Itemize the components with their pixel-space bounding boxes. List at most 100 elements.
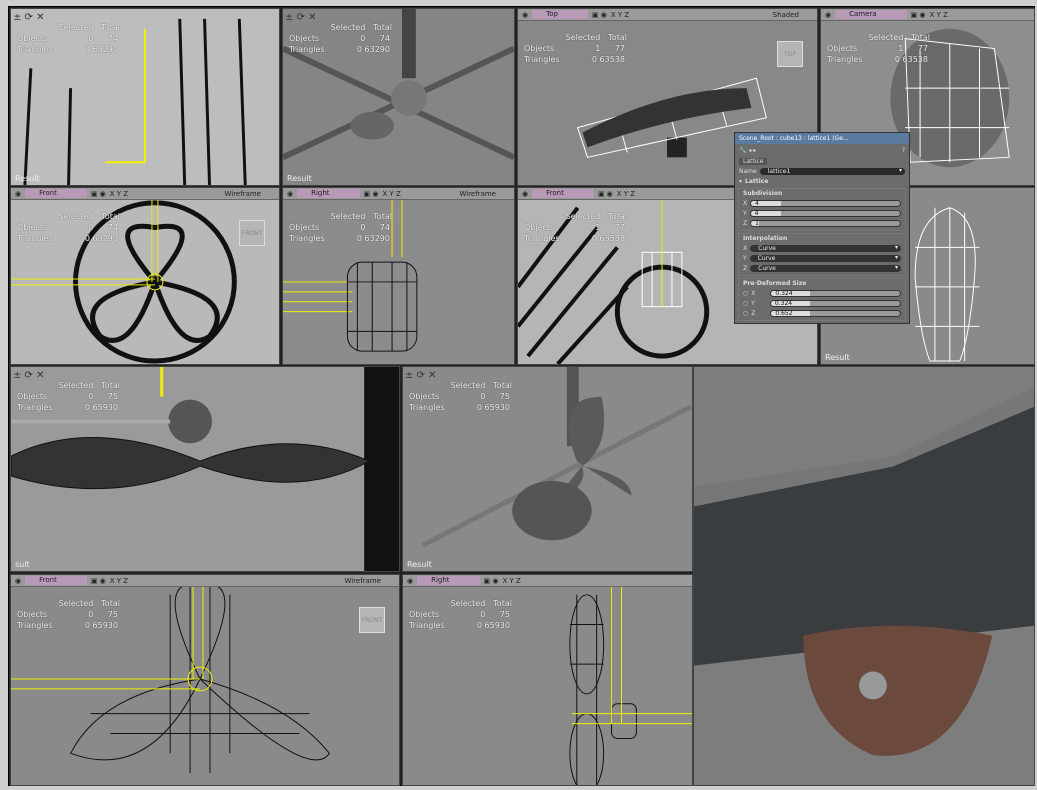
scene-stats: Selected Total Objects 0 75 Triangles 0 6593… <box>17 599 120 630</box>
lattice-property-panel[interactable]: Scene_Root : cube13 : lattice1 (Ge... 🔧 … <box>734 132 910 324</box>
axes-label: X Y Z <box>109 189 129 198</box>
display-mode[interactable]: Wireframe <box>224 190 261 198</box>
viewport-header: ◉ Right ▣ ◉ X Y Z Wireframe <box>283 188 514 200</box>
view-cube-badge[interactable]: FRONT <box>359 607 385 633</box>
subdivision-x-value: 4 <box>755 199 759 207</box>
view-select[interactable]: Right <box>297 189 360 198</box>
viewport-header: ◉ Front ▣ ◉ X Y Z Wireframe <box>11 188 279 200</box>
view-select[interactable]: Camera <box>835 10 907 19</box>
axes-label: X Y Z <box>382 189 401 198</box>
scene-stats: Selected Total Objects 1 77 Triangles 0 6353… <box>524 33 627 64</box>
viewport-perspective[interactable]: ± ⟳ ✕ Selected Total Objects 0 75 Triangles… <box>402 366 693 572</box>
viewport-menu-icon[interactable]: ◉ <box>825 11 831 19</box>
viewport-right[interactable]: ◉ Right ▣ ◉ X Y Z Wireframe Selected Total Ob… <box>282 187 515 365</box>
scene-stats: Selected Total Objects 0 75 Triangles 0 6593… <box>17 381 120 412</box>
size-x-value: 0.324 <box>775 289 793 297</box>
result-label: sult <box>15 560 30 569</box>
view-select[interactable]: Front <box>25 576 87 585</box>
axes-label: X Y Z <box>502 576 521 585</box>
section-lattice[interactable]: Lattice <box>745 178 768 185</box>
tab-lattice[interactable]: Lattice <box>739 157 768 165</box>
subdivision-label: Subdivision <box>743 190 783 197</box>
viewport-front[interactable]: ◉ Front ▣ ◉ X Y Z Wireframe Selected Total Ob… <box>10 187 280 365</box>
subdivision-y-value: 4 <box>754 209 759 217</box>
help-icon[interactable]: ? <box>902 147 905 154</box>
view-select[interactable]: Front <box>532 189 594 198</box>
name-value: lattice1 <box>767 167 791 175</box>
scene-stats: Selected Total Objects 0 75 Triangles 0 6593… <box>409 381 512 412</box>
display-mode[interactable]: Wireframe <box>459 190 496 198</box>
display-mode[interactable]: Shaded <box>773 11 799 19</box>
viewport-perspective[interactable]: ± ⟳ ✕ Selected Total Objects 0 74 Triangles… <box>282 8 515 186</box>
name-field[interactable]: lattice1 <box>759 167 905 175</box>
view-cube-badge[interactable]: TOP <box>777 41 803 67</box>
interpolation-z-select[interactable]: Curve <box>750 264 901 272</box>
camera-icon[interactable]: ▣ ◉ <box>598 190 613 198</box>
camera-icon[interactable]: ▣ ◉ <box>91 577 106 585</box>
camera-icon[interactable]: ▣ ◉ <box>91 190 106 198</box>
viewport-menu-icon[interactable]: ◉ <box>407 577 413 585</box>
viewport-header: ◉ Camera ▣ ◉ X Y Z <box>821 9 1034 21</box>
size-x-slider[interactable]: 0.324 <box>770 289 901 297</box>
viewport-menu-icon[interactable]: ◉ <box>15 577 21 585</box>
axis-y-label: Y <box>743 209 747 217</box>
viewport-menu-icon[interactable]: ◉ <box>287 190 293 198</box>
name-label: Name <box>739 167 757 175</box>
subdivision-x-slider[interactable]: 4 <box>750 199 901 207</box>
axes-label: X Y Z <box>610 10 630 19</box>
viewport-front[interactable]: ◉ Front ▣ ◉ X Y Z Wireframe Selected Total Ob… <box>10 574 400 786</box>
viewport-perspective[interactable] <box>693 366 1035 786</box>
scene-stats: Selected Total Objects 0 74 Triangles 0 6329… <box>17 23 120 54</box>
size-z-slider[interactable]: 0.652 <box>770 309 901 317</box>
viewport-menu-icon[interactable]: ◉ <box>15 190 21 198</box>
viewport-perspective[interactable]: ± ⟳ ✕ Selected Total Objects 0 74 Triangles… <box>10 8 280 186</box>
axis-x-label: X <box>751 289 756 297</box>
subdivision-y-slider[interactable]: 4 <box>749 209 901 217</box>
lock-icon[interactable]: 🔧 ◂ ▸ <box>739 147 756 154</box>
viewport-right[interactable]: ◉ Right ▣ ◉ X Y Z Selected Total Objects 0 75 … <box>402 574 693 786</box>
interpolation-x-value: Curve <box>758 244 776 252</box>
result-label: Result <box>407 560 432 569</box>
subdivision-z-value: 1 <box>755 219 759 227</box>
viewport-header: ◉ Top ▣ ◉ X Y Z Shaded <box>518 9 817 21</box>
view-select[interactable]: Front <box>25 189 87 198</box>
predeformed-label: Pre-Deformed Size <box>743 280 807 287</box>
axes-label: X Y Z <box>616 189 636 198</box>
camera-icon[interactable]: ▣ ◉ <box>364 190 379 198</box>
axis-y-label: Y <box>743 254 747 262</box>
interpolation-y-value: Curve <box>757 254 776 262</box>
scene-stats: Selected Total Objects 0 74 Triangles 0 6329… <box>289 212 392 243</box>
interpolation-y-select[interactable]: Curve <box>749 254 901 262</box>
result-label: Result <box>287 174 312 183</box>
scene-stats: Selected Total Objects 0 74 Triangles 0 6329… <box>17 212 120 243</box>
animate-z-icon[interactable]: ○ <box>743 310 748 317</box>
display-mode[interactable]: Wireframe <box>344 577 381 585</box>
scene-stats: Selected Total Objects 1 77 Triangles 0 6353… <box>827 33 930 64</box>
size-y-slider[interactable]: 0.324 <box>769 299 901 307</box>
view-select[interactable]: Top <box>532 10 588 19</box>
axis-x-label: X <box>743 199 748 207</box>
viewport-scene[interactable] <box>694 367 1034 785</box>
result-label: Result <box>15 174 40 183</box>
interpolation-label: Interpolation <box>743 235 788 242</box>
animate-x-icon[interactable]: ○ <box>743 290 748 297</box>
camera-icon[interactable]: ▣ ◉ <box>592 11 607 19</box>
subdivision-z-slider[interactable]: 1 <box>750 219 901 227</box>
viewport-perspective[interactable]: ± ⟳ ✕ Selected Total Objects 0 75 Triangles… <box>10 366 400 572</box>
viewport-header: ◉ Front ▣ ◉ X Y Z Wireframe <box>11 575 399 587</box>
camera-icon[interactable]: ▣ ◉ <box>484 577 499 585</box>
view-cube-badge[interactable]: FRONT <box>239 220 265 246</box>
size-y-value: 0.324 <box>774 299 793 307</box>
axis-z-label: Z <box>751 309 756 317</box>
animate-y-icon[interactable]: ○ <box>743 300 748 307</box>
interpolation-x-select[interactable]: Curve <box>750 244 901 252</box>
viewport-menu-icon[interactable]: ◉ <box>522 11 528 19</box>
axis-z-label: Z <box>743 219 748 227</box>
viewport-menu-icon[interactable]: ◉ <box>522 190 528 198</box>
panel-title: Scene_Root : cube13 : lattice1 (Ge... <box>735 133 909 144</box>
view-select[interactable]: Right <box>417 576 480 585</box>
axis-z-label: Z <box>743 264 748 272</box>
size-z-value: 0.652 <box>775 309 793 317</box>
viewport-header: ◉ Right ▣ ◉ X Y Z <box>403 575 692 587</box>
camera-icon[interactable]: ▣ ◉ <box>911 11 926 19</box>
